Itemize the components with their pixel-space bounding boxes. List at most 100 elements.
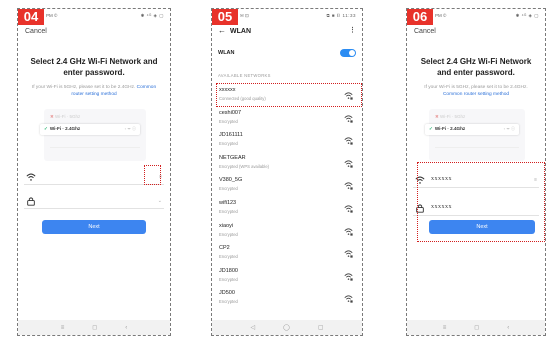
wifi-ssid-field[interactable]: ≡ bbox=[24, 169, 164, 185]
status-bar-left: PM © bbox=[435, 13, 447, 18]
network-status: Encrypted (WPS available) bbox=[219, 163, 270, 169]
network-status: Encrypted bbox=[219, 254, 238, 260]
wlan-label: WLAN bbox=[218, 50, 235, 56]
status-bar-right: ✱ ⁴ᴳ ◈ ▢ bbox=[515, 13, 539, 18]
network-item[interactable]: wifi123 Encrypted bbox=[218, 198, 356, 220]
network-status: Encrypted bbox=[219, 231, 238, 237]
network-item[interactable]: ceshi007 Encrypted bbox=[218, 108, 356, 130]
network-name: wifi123 bbox=[219, 200, 237, 206]
network-status: Encrypted bbox=[219, 276, 238, 282]
mini-wifi-24g-card: ✓ Wi-Fi · 2.4Ghz ▫ ᯤ ⓘ bbox=[425, 124, 519, 135]
back-icon[interactable]: ◁ bbox=[250, 324, 255, 331]
system-nav-bar: ◁ ◯ ▢ bbox=[212, 320, 362, 335]
check-icon: ✓ bbox=[44, 126, 48, 131]
back-icon[interactable]: ‹ bbox=[507, 325, 509, 331]
mini-blank-row bbox=[50, 149, 140, 158]
wlan-toggle[interactable] bbox=[340, 49, 356, 57]
cancel-button[interactable]: Cancel bbox=[25, 28, 47, 35]
highlight-box bbox=[417, 162, 545, 242]
recents-icon[interactable]: ≡ bbox=[443, 325, 447, 331]
wifi-icon bbox=[26, 173, 36, 181]
network-status: Encrypted bbox=[219, 141, 238, 147]
network-name: JD1800 bbox=[219, 267, 238, 274]
cancel-button[interactable]: Cancel bbox=[414, 28, 436, 35]
step-badge: 04 bbox=[18, 9, 44, 25]
network-status: Encrypted bbox=[219, 209, 238, 214]
network-name: JD161111 bbox=[219, 132, 243, 139]
wlan-header: ← WLAN ⋮ bbox=[218, 25, 356, 37]
hint-text: If your Wi-Fi is 5GHz, please set it to … bbox=[26, 84, 162, 98]
wifi-lock-icon bbox=[344, 205, 353, 213]
status-bar-left: PM © bbox=[46, 13, 58, 18]
mini-wifi-5g-row: ✖ Wi-Fi · 5Ghz bbox=[50, 114, 81, 119]
step-04-panel: 04 PM © ✱ ⁴ᴳ ◈ ▢ Cancel Select 2.4 GHz W… bbox=[17, 8, 171, 336]
network-name: ceshi007 bbox=[219, 109, 242, 116]
step-06-panel: 06 PM © ✱ ⁴ᴳ ◈ ▢ Cancel Select 2.4 GHz W… bbox=[406, 8, 546, 336]
section-label: AVAILABLE NETWORKS bbox=[218, 73, 271, 78]
page-title: Select 2.4 GHz Wi-Fi Network and enter p… bbox=[30, 57, 158, 77]
network-item[interactable]: xiaoyi Encrypted bbox=[218, 221, 356, 243]
network-item[interactable]: JD1800 Encrypted bbox=[218, 266, 356, 288]
status-bar-right: ⧉ ■ ▯ 11:33 bbox=[326, 13, 356, 18]
wifi-illustration: ✖ Wi-Fi · 5Ghz ✓ Wi-Fi · 2.4Ghz ▫ ᯤ ⓘ bbox=[425, 109, 525, 161]
hint-message: If your Wi-Fi is 5GHz, please set it to … bbox=[31, 85, 136, 90]
wifi-icons: ▫ ᯤ ⓘ bbox=[503, 126, 515, 131]
router-setting-link[interactable]: Common router setting method bbox=[443, 92, 509, 97]
network-name: JD500 bbox=[219, 290, 235, 297]
wifi-lock-icon bbox=[344, 137, 353, 145]
recents-icon[interactable]: ≡ bbox=[61, 325, 65, 331]
network-name: xiaoyi bbox=[219, 222, 234, 229]
wifi-lock-icon bbox=[344, 182, 353, 191]
mini-wifi-5g-row: ✖ Wi-Fi · 5Ghz bbox=[435, 114, 466, 119]
highlight-box bbox=[144, 165, 161, 185]
status-bar-right: ✱ ⁴ᴳ ◈ ▢ bbox=[140, 13, 164, 18]
lock-icon bbox=[27, 197, 35, 206]
wifi-lock-icon bbox=[344, 250, 353, 258]
system-nav-bar: ≡ ◻ ‹ bbox=[407, 320, 545, 335]
wifi-lock-icon bbox=[344, 273, 353, 281]
back-icon[interactable]: ‹ bbox=[125, 325, 127, 331]
wlan-toggle-row: WLAN bbox=[218, 47, 356, 59]
home-icon[interactable]: ◯ bbox=[283, 324, 290, 331]
page-title: WLAN bbox=[230, 28, 251, 35]
network-name: V380_5G bbox=[219, 177, 243, 184]
network-item[interactable]: CP2 Encrypted bbox=[218, 243, 356, 265]
wifi-password-field[interactable]: ⌄ bbox=[24, 193, 164, 209]
step-badge: 05 bbox=[212, 9, 238, 25]
home-icon[interactable]: ◻ bbox=[92, 324, 97, 331]
network-status: Encrypted bbox=[219, 299, 238, 305]
step-badge: 06 bbox=[407, 9, 433, 25]
mini-wifi-24g-card: ✓ Wi-Fi · 2.4Ghz ▫ ᯤ ⓘ bbox=[40, 124, 140, 135]
back-arrow-icon[interactable]: ← bbox=[218, 25, 226, 37]
network-status: Encrypted bbox=[219, 186, 238, 192]
hint-message: If your Wi-Fi is 5GHz, please set it to … bbox=[424, 85, 528, 90]
page-title: Select 2.4 GHz Wi-Fi Network and enter p… bbox=[420, 57, 532, 77]
wifi-illustration: ✖ Wi-Fi · 5Ghz ✓ Wi-Fi · 2.4Ghz ▫ ᯤ ⓘ bbox=[40, 109, 146, 161]
wifi-lock-icon bbox=[344, 160, 353, 168]
network-status: Encrypted bbox=[219, 118, 238, 124]
network-item[interactable]: JD161111 Encrypted bbox=[218, 130, 356, 152]
wifi-lock-icon bbox=[344, 295, 353, 304]
wifi-lock-icon bbox=[344, 228, 353, 236]
network-item[interactable]: V380_5G Encrypted bbox=[218, 175, 356, 197]
chevron-down-icon: ⌄ bbox=[157, 198, 162, 204]
network-item[interactable]: JD500 Encrypted bbox=[218, 288, 356, 310]
check-icon: ✓ bbox=[429, 126, 433, 131]
system-nav-bar: ≡ ◻ ‹ bbox=[18, 320, 170, 335]
mini-blank-row bbox=[435, 149, 519, 158]
wifi-lock-icon bbox=[344, 115, 353, 123]
highlight-box bbox=[216, 83, 362, 107]
network-item[interactable]: NETGEAR Encrypted (WPS available) bbox=[218, 153, 356, 175]
recents-icon[interactable]: ▢ bbox=[318, 324, 324, 331]
more-menu-icon[interactable]: ⋮ bbox=[349, 25, 356, 37]
wifi-icons: ▫ ᯤ ⓘ bbox=[124, 126, 136, 131]
status-bar-left: ✉ ⊡ bbox=[240, 13, 249, 18]
mini-blank-row bbox=[50, 139, 140, 148]
next-button[interactable]: Next bbox=[42, 220, 146, 234]
mini-blank-row bbox=[435, 139, 519, 148]
network-name: NETGEAR bbox=[219, 154, 246, 161]
hint-text: If your Wi-Fi is 5GHz, please set it to … bbox=[415, 84, 537, 98]
home-icon[interactable]: ◻ bbox=[474, 324, 479, 331]
network-name: CP2 bbox=[219, 245, 230, 252]
step-05-panel: 05 ✉ ⊡ ⧉ ■ ▯ 11:33 ← WLAN ⋮ WLAN AVAILABL… bbox=[211, 8, 363, 336]
